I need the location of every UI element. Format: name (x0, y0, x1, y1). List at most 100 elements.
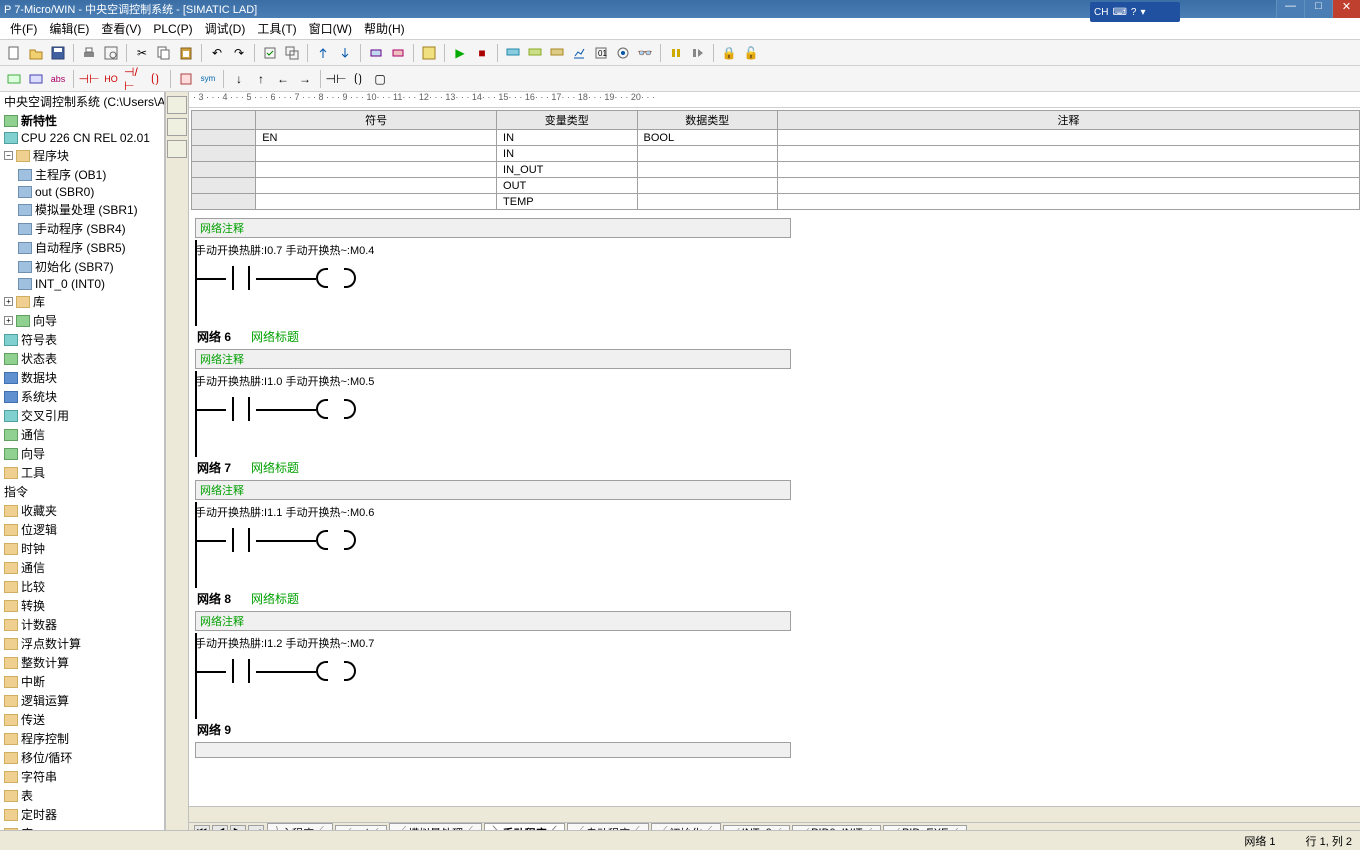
network-comment[interactable] (195, 742, 791, 758)
ime-bar[interactable]: CH ⌨ ? ▾ (1090, 2, 1180, 22)
tree-comm[interactable]: 通信 (0, 425, 164, 444)
contact2-icon[interactable]: HO (101, 69, 121, 89)
sym2-icon[interactable] (26, 69, 46, 89)
contact3-icon[interactable]: ⊣/⊢ (123, 69, 143, 89)
network-title[interactable]: 网络标题 (251, 459, 299, 476)
tree-convert[interactable]: 转换 (0, 596, 164, 615)
line-down-icon[interactable]: ↓ (229, 69, 249, 89)
horizontal-scrollbar[interactable] (189, 806, 1360, 822)
copy-icon[interactable] (154, 43, 174, 63)
monitor3-icon[interactable] (547, 43, 567, 63)
tree-sysblock[interactable]: 系统块 (0, 387, 164, 406)
tree-shift[interactable]: 移位/循环 (0, 748, 164, 767)
monitor2-icon[interactable] (525, 43, 545, 63)
paste-icon[interactable] (176, 43, 196, 63)
preview-icon[interactable] (101, 43, 121, 63)
network-block[interactable]: 网络 6网络标题 网络注释 手动开换热肼:I1.0 手动开换热~:M0.5 (193, 326, 1360, 427)
monitor1-icon[interactable] (503, 43, 523, 63)
tree-datablock[interactable]: 数据块 (0, 368, 164, 387)
contact-element[interactable] (226, 397, 256, 421)
menu-debug[interactable]: 调试(D) (199, 18, 252, 39)
tree-move[interactable]: 传送 (0, 710, 164, 729)
tree-block-auto[interactable]: 自动程序 (SBR5) (0, 238, 164, 257)
step-icon[interactable] (688, 43, 708, 63)
tree-interrupt[interactable]: 中断 (0, 672, 164, 691)
pause-icon[interactable] (666, 43, 686, 63)
tree-float[interactable]: 浮点数计算 (0, 634, 164, 653)
tree-compare[interactable]: 比较 (0, 577, 164, 596)
coil-element[interactable] (316, 268, 356, 288)
compile-icon[interactable] (260, 43, 280, 63)
ime-help-icon[interactable]: ? (1131, 7, 1137, 18)
insert-net-icon[interactable] (366, 43, 386, 63)
tree-block-analog[interactable]: 模拟量处理 (SBR1) (0, 200, 164, 219)
tree-block-init[interactable]: 初始化 (SBR7) (0, 257, 164, 276)
coil-icon[interactable]: ⟮⟯ (145, 69, 165, 89)
menu-tools[interactable]: 工具(T) (251, 18, 302, 39)
ladder-rung[interactable] (193, 391, 1360, 427)
upload-icon[interactable] (313, 43, 333, 63)
expand-icon[interactable]: + (4, 316, 13, 325)
abs-icon[interactable]: abs (48, 69, 68, 89)
tree-string[interactable]: 字符串 (0, 767, 164, 786)
network-block[interactable]: 网络注释 手动开换热肼:I0.7 手动开换热~:M0.4 (193, 218, 1360, 296)
network-title[interactable]: 网络标题 (251, 590, 299, 607)
ladder-rung[interactable] (193, 653, 1360, 689)
unlock-icon[interactable]: 🔓 (741, 43, 761, 63)
tree-table[interactable]: 表 (0, 786, 164, 805)
tree-counters[interactable]: 计数器 (0, 615, 164, 634)
run-icon[interactable]: ▶ (450, 43, 470, 63)
tree-newprop[interactable]: 新特性 (0, 111, 164, 130)
vbar-btn-2[interactable] (167, 118, 187, 136)
expand-icon[interactable]: + (4, 297, 13, 306)
tree-progctrl[interactable]: 程序控制 (0, 729, 164, 748)
stop-icon[interactable]: ■ (472, 43, 492, 63)
ime-min-icon[interactable]: ▾ (1140, 7, 1145, 18)
chart-icon[interactable] (569, 43, 589, 63)
menu-view[interactable]: 查看(V) (95, 18, 147, 39)
ladder-rung[interactable] (193, 260, 1360, 296)
tree-timer[interactable]: 定时器 (0, 805, 164, 824)
coil-element[interactable] (316, 661, 356, 681)
variable-table[interactable]: 符号 变量类型 数据类型 注释 ENINBOOL IN IN_OUT OUT T… (191, 110, 1360, 210)
tree-block-main[interactable]: 主程序 (OB1) (0, 165, 164, 184)
ladder-rung[interactable] (193, 522, 1360, 558)
tree-statustab[interactable]: 状态表 (0, 349, 164, 368)
ladder-editor[interactable]: 网络注释 手动开换热肼:I0.7 手动开换热~:M0.4 网络 6网络标题 网络… (189, 212, 1360, 842)
line-right-icon[interactable]: → (295, 69, 315, 89)
tree-crossref[interactable]: 交叉引用 (0, 406, 164, 425)
line-left-icon[interactable]: ← (273, 69, 293, 89)
ins-coil-icon[interactable]: ⟮⟯ (348, 69, 368, 89)
coil-element[interactable] (316, 399, 356, 419)
menu-window[interactable]: 窗口(W) (303, 18, 358, 39)
tree-wiz2[interactable]: 向导 (0, 444, 164, 463)
network-comment[interactable]: 网络注释 (195, 349, 791, 369)
status-icon[interactable]: 01 (591, 43, 611, 63)
nav-icon[interactable] (419, 43, 439, 63)
tree-lib[interactable]: +库 (0, 292, 164, 311)
tree-project-path[interactable]: 中央空调控制系统 (C:\Users\Ac 2 (0, 92, 164, 111)
menu-plc[interactable]: PLC(P) (147, 20, 198, 38)
new-icon[interactable] (4, 43, 24, 63)
sym-icon[interactable] (4, 69, 24, 89)
watch-icon[interactable]: 👓 (635, 43, 655, 63)
tree-clock[interactable]: 时钟 (0, 539, 164, 558)
vbar-btn-1[interactable] (167, 96, 187, 114)
menu-file[interactable]: 件(F) (4, 18, 43, 39)
menu-edit[interactable]: 编辑(E) (43, 18, 95, 39)
close-button[interactable]: ✕ (1332, 0, 1360, 18)
print-icon[interactable] (79, 43, 99, 63)
tree-integer[interactable]: 整数计算 (0, 653, 164, 672)
collapse-icon[interactable]: − (4, 151, 13, 160)
menu-help[interactable]: 帮助(H) (358, 18, 411, 39)
box-icon[interactable] (176, 69, 196, 89)
tree-block-out[interactable]: out (SBR0) (0, 184, 164, 200)
line-up-icon[interactable]: ↑ (251, 69, 271, 89)
network-comment[interactable]: 网络注释 (195, 480, 791, 500)
tree-fav[interactable]: 收藏夹 (0, 501, 164, 520)
tree-symtab[interactable]: 符号表 (0, 330, 164, 349)
contact-icon[interactable]: ⊣⊢ (79, 69, 99, 89)
tree-block-int0[interactable]: INT_0 (INT0) (0, 276, 164, 292)
maximize-button[interactable]: □ (1304, 0, 1332, 18)
tree-cpu[interactable]: CPU 226 CN REL 02.01 (0, 130, 164, 146)
